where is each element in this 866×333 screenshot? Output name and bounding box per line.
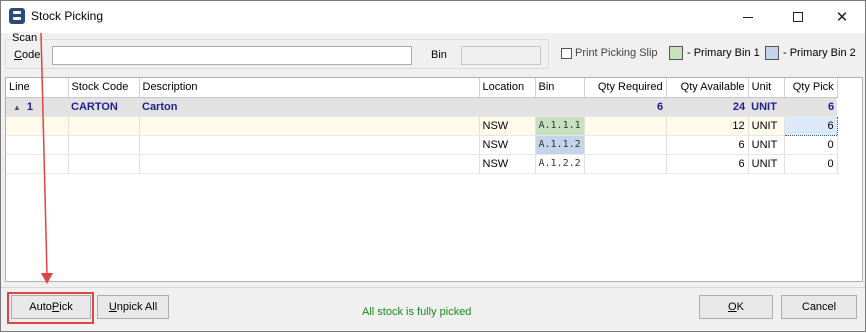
row-qty-pick[interactable]: 6 (783, 115, 838, 136)
table-row[interactable]: NSW A.1.1.2 6 UNIT 0 (6, 135, 838, 155)
close-button[interactable]: ✕ (819, 1, 865, 33)
col-header-stock-code[interactable]: Stock Code (68, 78, 140, 98)
title-bar: Stock Picking ✕ (1, 1, 865, 33)
group-row[interactable]: ▲ 1 CARTON Carton 6 24 UNIT 6 (6, 97, 838, 117)
group-description: Carton (139, 97, 479, 117)
group-location (479, 97, 535, 117)
row-bin: A.1.2.2 (535, 154, 585, 174)
print-picking-slip-checkbox[interactable] (561, 48, 572, 59)
row-location: NSW (479, 154, 536, 174)
col-header-qty-available[interactable]: Qty Available (666, 78, 749, 98)
maximize-button[interactable] (775, 1, 821, 33)
row-qty-available: 6 (666, 135, 749, 155)
row-location: NSW (479, 116, 536, 136)
group-qty-required: 6 (584, 97, 667, 117)
row-qty-required (584, 116, 667, 136)
app-icon (9, 8, 25, 24)
col-header-location[interactable]: Location (479, 78, 536, 98)
bin-input (461, 46, 541, 65)
row-qty-required (584, 135, 667, 155)
row-qty-available: 6 (666, 154, 749, 174)
expand-toggle-icon[interactable]: ▲ (13, 103, 21, 112)
grid-header-row: Line Stock Code Description Location Bin… (6, 78, 838, 98)
picking-table: Line Stock Code Description Location Bin… (6, 78, 838, 174)
col-header-description[interactable]: Description (139, 78, 480, 98)
stock-picking-window: Stock Picking ✕ Scan Code Bin Print Pick… (0, 0, 866, 332)
scan-code-input[interactable] (52, 46, 412, 65)
table-row[interactable]: NSW A.1.1.1 12 UNIT 6 (6, 115, 838, 136)
picking-grid[interactable]: Line Stock Code Description Location Bin… (5, 77, 863, 282)
primary-bin-2-swatch (765, 46, 779, 60)
cancel-button[interactable]: Cancel (781, 295, 857, 319)
close-icon: ✕ (835, 9, 849, 26)
row-qty-required (584, 154, 667, 174)
row-location: NSW (479, 135, 536, 155)
primary-bin-1-swatch (669, 46, 683, 60)
row-qty-pick[interactable]: 0 (784, 154, 838, 174)
minimize-button[interactable] (725, 1, 771, 33)
group-bin (535, 97, 585, 117)
window-title: Stock Picking (31, 9, 104, 23)
row-unit: UNIT (748, 116, 785, 136)
col-header-line[interactable]: Line (6, 78, 69, 98)
primary-bin-2-label: - Primary Bin 2 (783, 47, 856, 59)
row-qty-available: 12 (666, 116, 749, 136)
minimize-icon (743, 16, 753, 18)
row-unit: UNIT (748, 135, 785, 155)
group-qty-available: 24 (666, 97, 749, 117)
primary-bin-1-label: - Primary Bin 1 (687, 47, 760, 59)
bin-label: Bin (431, 49, 447, 61)
maximize-icon (793, 12, 803, 22)
annotation-highlight-box (7, 292, 94, 324)
group-stock-code: CARTON (68, 97, 139, 117)
row-bin: A.1.1.1 (535, 116, 585, 136)
col-header-bin[interactable]: Bin (535, 78, 585, 98)
ok-button[interactable]: OK (699, 295, 773, 319)
group-unit: UNIT (748, 97, 785, 117)
col-header-unit[interactable]: Unit (748, 78, 785, 98)
print-picking-slip-label[interactable]: Print Picking Slip (575, 47, 658, 59)
table-row[interactable]: NSW A.1.2.2 6 UNIT 0 (6, 154, 838, 174)
scan-group-label: Scan (11, 32, 39, 44)
row-unit: UNIT (748, 154, 785, 174)
group-line-cell: ▲ 1 (6, 97, 68, 117)
group-qty-pick: 6 (784, 97, 838, 117)
scan-code-label: Code (14, 49, 41, 61)
row-bin: A.1.1.2 (535, 135, 585, 155)
row-qty-pick[interactable]: 0 (784, 135, 838, 155)
footer-separator (1, 287, 865, 288)
col-header-qty-pick[interactable]: Qty Pick (784, 78, 838, 98)
status-message: All stock is fully picked (362, 306, 472, 318)
unpick-all-button[interactable]: Unpick All (97, 295, 169, 319)
col-header-qty-required[interactable]: Qty Required (584, 78, 667, 98)
